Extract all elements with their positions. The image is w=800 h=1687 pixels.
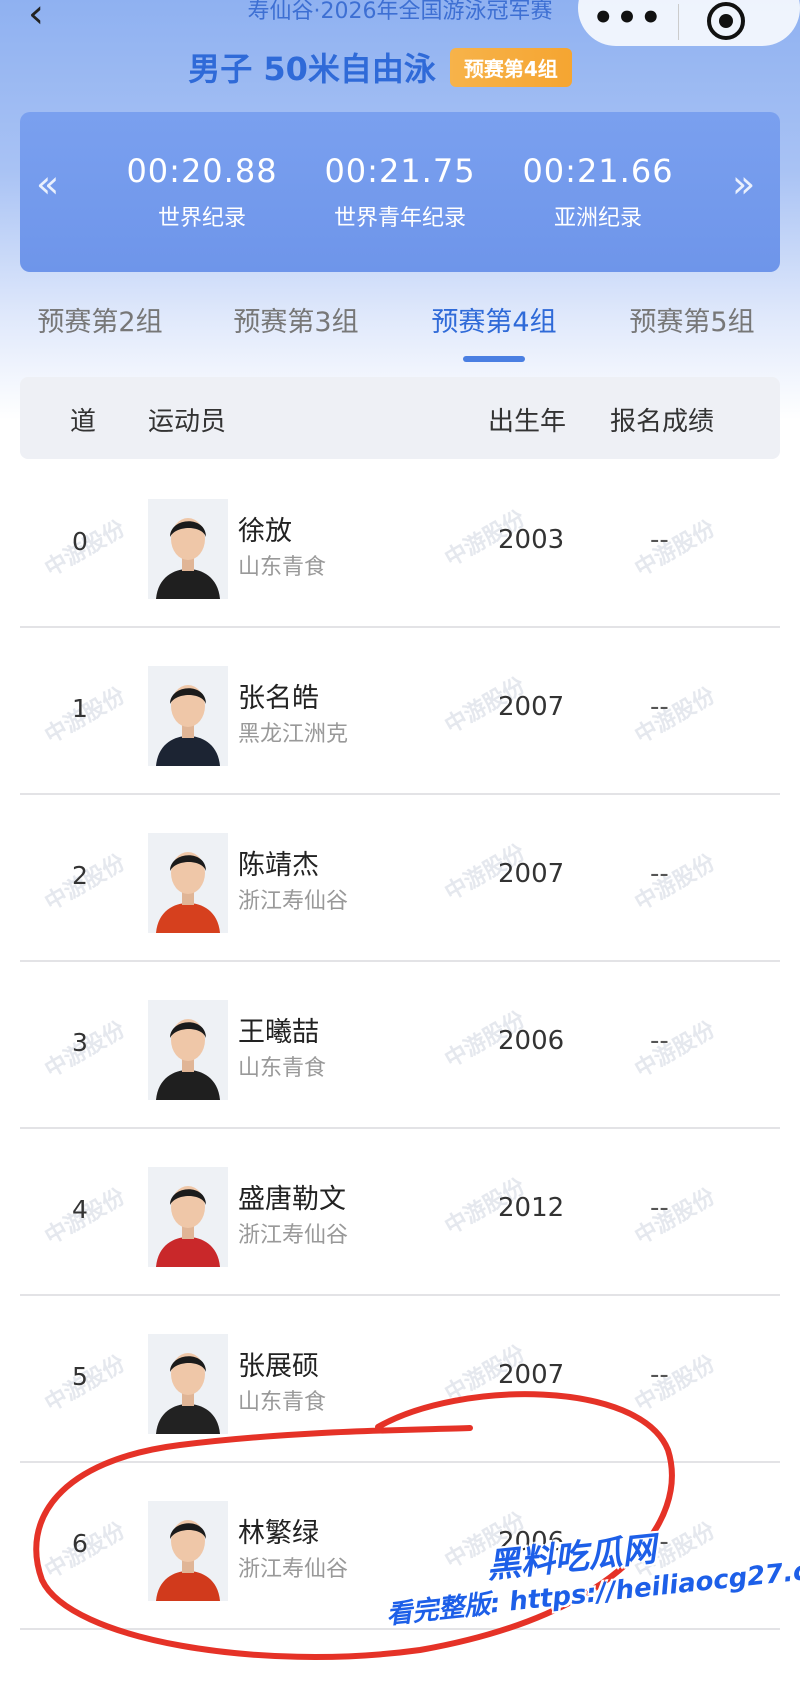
table-row[interactable]: 中游股份 中游股份 中游股份 2 陈靖杰 浙江寿仙谷 2007 -- xyxy=(20,795,780,962)
heat-badge: 预赛第4组 xyxy=(449,47,572,87)
next-record-icon[interactable]: » xyxy=(732,162,755,206)
athlete-birth-year: 2012 xyxy=(498,1193,565,1223)
more-icon[interactable]: ••• xyxy=(578,0,678,38)
header-birth-year: 出生年 xyxy=(488,407,567,437)
watermark: 中游股份 xyxy=(630,1184,720,1250)
athlete-entry-time: -- xyxy=(650,1193,669,1223)
watermark: 中游股份 xyxy=(630,1351,720,1417)
mini-program-capsule: ••• xyxy=(578,0,800,46)
avatar-image xyxy=(148,1000,228,1100)
nav-bar: ‹ 寿仙谷·2026年全国游泳冠军赛 男子 50米自由泳 预赛第4组 ••• xyxy=(0,0,800,100)
lane-number: 4 xyxy=(72,1195,88,1224)
athlete-entry-time: -- xyxy=(650,1360,669,1390)
avatar-image xyxy=(148,1501,228,1601)
record-time: 00:21.66 xyxy=(522,152,674,190)
athlete-birth-year: 2006 xyxy=(498,1026,565,1056)
close-mini-program-icon[interactable] xyxy=(707,2,745,40)
athlete-avatar xyxy=(148,499,228,599)
athlete-birth-year: 2007 xyxy=(498,1360,565,1390)
athlete-team: 山东青食 xyxy=(238,555,327,580)
athlete-avatar xyxy=(148,1000,228,1100)
header-athlete: 运动员 xyxy=(148,407,227,437)
athlete-team: 浙江寿仙谷 xyxy=(238,1557,349,1582)
table-header: 道 运动员 出生年 报名成绩 xyxy=(20,377,780,459)
athlete-team: 浙江寿仙谷 xyxy=(238,889,349,914)
header-lane: 道 xyxy=(70,407,97,437)
table-row[interactable]: 中游股份 中游股份 中游股份 5 张展硕 山东青食 2007 -- xyxy=(20,1296,780,1463)
active-tab-indicator xyxy=(463,356,525,362)
athlete-team: 山东青食 xyxy=(238,1390,327,1415)
tab-heat-5[interactable]: 预赛第5组 xyxy=(592,300,792,339)
capsule-divider xyxy=(678,4,679,40)
tab-heat-3[interactable]: 预赛第3组 xyxy=(196,300,396,339)
avatar-image xyxy=(148,1334,228,1434)
athlete-team: 浙江寿仙谷 xyxy=(238,1223,349,1248)
athlete-entry-time: -- xyxy=(650,859,669,889)
avatar-image xyxy=(148,666,228,766)
athlete-avatar xyxy=(148,1501,228,1601)
table-row[interactable]: 中游股份 中游股份 中游股份 4 盛唐勒文 浙江寿仙谷 2012 -- xyxy=(20,1129,780,1296)
table-row[interactable]: 中游股份 中游股份 中游股份 3 王曦喆 山东青食 2006 -- xyxy=(20,962,780,1129)
athlete-name: 林繁绿 xyxy=(238,1518,319,1549)
tab-heat-2[interactable]: 预赛第2组 xyxy=(0,300,200,339)
lane-number: 5 xyxy=(72,1362,88,1391)
record-time: 00:20.88 xyxy=(126,152,278,190)
athlete-entry-time: -- xyxy=(650,1026,669,1056)
avatar-image xyxy=(148,1167,228,1267)
athlete-name: 陈靖杰 xyxy=(238,850,319,881)
event-title-text: 男子 50米自由泳 xyxy=(188,50,436,88)
page-title: 男子 50米自由泳 预赛第4组 xyxy=(0,44,800,90)
table-row[interactable]: 中游股份 中游股份 中游股份 0 徐放 山东青食 2003 -- xyxy=(20,461,780,628)
lane-number: 3 xyxy=(72,1028,88,1057)
record-time: 00:21.75 xyxy=(324,152,476,190)
records-panel: « 00:20.88 世界纪录 00:21.75 世界青年纪录 00:21.66… xyxy=(20,112,780,272)
athlete-name: 张展硕 xyxy=(238,1351,319,1382)
athlete-avatar xyxy=(148,666,228,766)
watermark: 中游股份 xyxy=(630,850,720,916)
athlete-birth-year: 2003 xyxy=(498,525,565,555)
athlete-team: 山东青食 xyxy=(238,1056,327,1081)
athlete-entry-time: -- xyxy=(650,525,669,555)
record-world-junior: 00:21.75 世界青年纪录 xyxy=(290,152,510,232)
header-entry-time: 报名成绩 xyxy=(610,407,715,437)
avatar-image xyxy=(148,499,228,599)
athlete-avatar xyxy=(148,833,228,933)
athlete-birth-year: 2007 xyxy=(498,859,565,889)
lane-number: 6 xyxy=(72,1529,88,1558)
athlete-avatar xyxy=(148,1167,228,1267)
athlete-name: 王曦喆 xyxy=(238,1017,319,1048)
record-label: 世界青年纪录 xyxy=(333,206,466,231)
athlete-avatar xyxy=(148,1334,228,1434)
record-label: 亚洲纪录 xyxy=(553,206,642,231)
tab-heat-4[interactable]: 预赛第4组 xyxy=(394,300,594,339)
lane-number: 1 xyxy=(72,694,88,723)
record-asia: 00:21.66 亚洲纪录 xyxy=(488,152,708,232)
athlete-entry-time: -- xyxy=(650,692,669,722)
athlete-name: 徐放 xyxy=(238,516,292,547)
athlete-name: 张名皓 xyxy=(238,683,319,714)
watermark: 中游股份 xyxy=(630,516,720,582)
heat-tabs: 预赛第2组 预赛第3组 预赛第4组 预赛第5组 xyxy=(0,300,800,370)
record-label: 世界纪录 xyxy=(157,206,246,231)
lane-number: 2 xyxy=(72,861,88,890)
athlete-name: 盛唐勒文 xyxy=(238,1184,346,1215)
lane-number: 0 xyxy=(72,527,88,556)
table-row[interactable]: 中游股份 中游股份 中游股份 1 张名皓 黑龙江洲克 2007 -- xyxy=(20,628,780,795)
prev-record-icon[interactable]: « xyxy=(36,162,59,206)
watermark: 中游股份 xyxy=(630,683,720,749)
record-world: 00:20.88 世界纪录 xyxy=(92,152,312,232)
athlete-birth-year: 2007 xyxy=(498,692,565,722)
watermark: 中游股份 xyxy=(630,1017,720,1083)
avatar-image xyxy=(148,833,228,933)
athlete-team: 黑龙江洲克 xyxy=(238,722,349,747)
